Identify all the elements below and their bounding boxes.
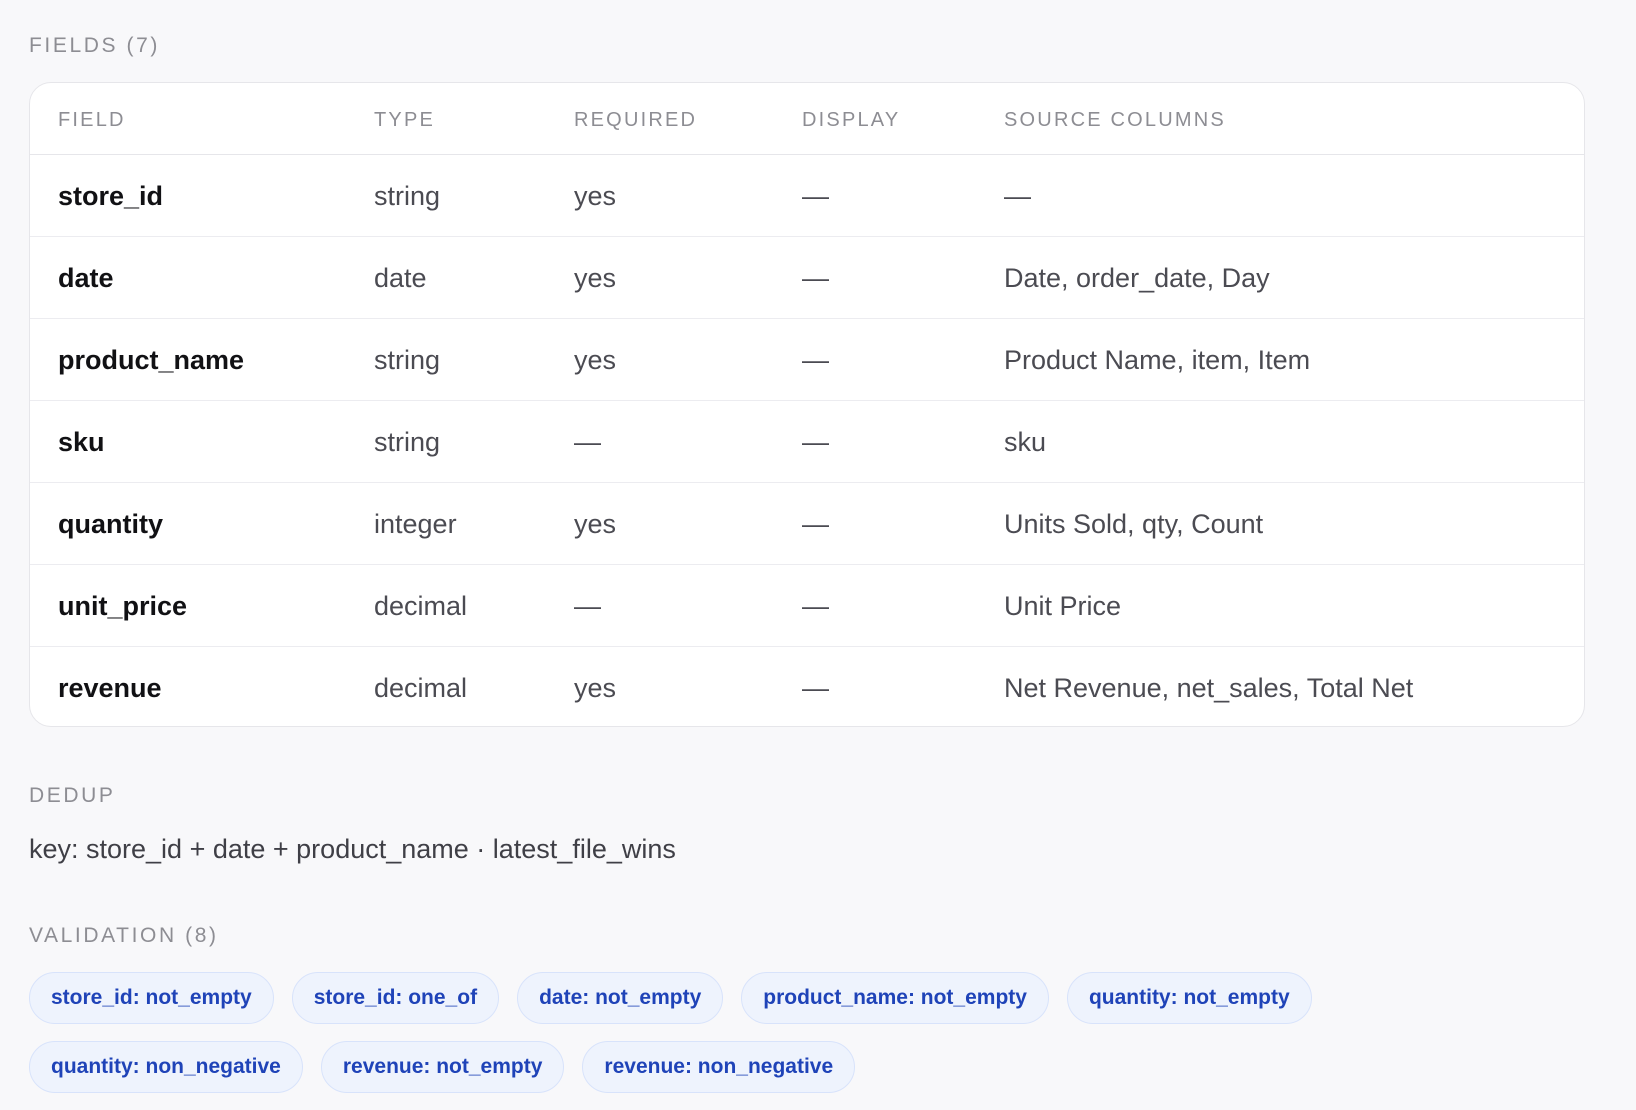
required-cell: —: [574, 591, 601, 621]
display-cell: —: [802, 263, 829, 293]
source-columns-cell: Unit Price: [1004, 591, 1122, 621]
dedup-section-title: DEDUP: [29, 784, 116, 807]
validation-rule-list: store_id: not_empty store_id: one_of dat…: [29, 972, 1449, 1093]
field-name-cell: quantity: [58, 509, 163, 539]
type-cell: decimal: [374, 591, 468, 621]
display-cell: —: [802, 673, 829, 703]
required-cell: yes: [574, 345, 617, 375]
display-cell: —: [802, 427, 829, 457]
validation-rule-chip[interactable]: quantity: non_negative: [29, 1041, 303, 1093]
fields-section-title: FIELDS (7): [29, 34, 161, 57]
validation-rule-chip[interactable]: date: not_empty: [517, 972, 724, 1024]
source-columns-cell: sku: [1004, 427, 1047, 457]
table-row: product_name string yes — Product Name, …: [30, 319, 1584, 401]
field-name-cell: unit_price: [58, 591, 188, 621]
validation-rule-chip[interactable]: product_name: not_empty: [741, 972, 1049, 1024]
required-cell: yes: [574, 263, 617, 293]
source-columns-cell: Units Sold, qty, Count: [1004, 509, 1264, 539]
table-row: quantity integer yes — Units Sold, qty, …: [30, 483, 1584, 565]
column-header-type: TYPE: [374, 109, 436, 131]
validation-rule-chip[interactable]: revenue: not_empty: [320, 1041, 565, 1093]
source-columns-cell: —: [1004, 181, 1031, 211]
type-cell: date: [374, 263, 427, 293]
source-columns-cell: Product Name, item, Item: [1004, 345, 1311, 375]
fields-table: FIELD TYPE REQUIRED DISPLAY SOURCE COLUM…: [29, 82, 1585, 727]
validation-rule-chip[interactable]: quantity: not_empty: [1066, 972, 1312, 1024]
display-cell: —: [802, 181, 829, 211]
validation-section-title: VALIDATION (8): [29, 924, 219, 947]
display-cell: —: [802, 509, 829, 539]
column-header-display: DISPLAY: [802, 109, 901, 131]
column-header-source-columns: SOURCE COLUMNS: [1004, 109, 1226, 131]
required-cell: —: [574, 427, 601, 457]
required-cell: yes: [574, 181, 617, 211]
type-cell: string: [374, 345, 441, 375]
type-cell: string: [374, 181, 441, 211]
table-header: FIELD TYPE REQUIRED DISPLAY SOURCE COLUM…: [30, 83, 1584, 155]
field-name-cell: date: [58, 263, 114, 293]
field-name-cell: revenue: [58, 673, 162, 703]
column-header-field: FIELD: [58, 109, 126, 131]
validation-rule-chip[interactable]: revenue: non_negative: [582, 1041, 856, 1093]
table-row: store_id string yes — —: [30, 155, 1584, 237]
field-name-cell: store_id: [58, 181, 164, 211]
display-cell: —: [802, 345, 829, 375]
column-header-required: REQUIRED: [574, 109, 698, 131]
source-columns-cell: Date, order_date, Day: [1004, 263, 1270, 293]
table-row: date date yes — Date, order_date, Day: [30, 237, 1584, 319]
field-name-cell: product_name: [58, 345, 245, 375]
source-columns-cell: Net Revenue, net_sales, Total Net: [1004, 673, 1414, 703]
field-name-cell: sku: [58, 427, 105, 457]
dedup-key-description: key: store_id + date + product_name · la…: [29, 834, 676, 864]
type-cell: decimal: [374, 673, 468, 703]
table-row: revenue decimal yes — Net Revenue, net_s…: [30, 647, 1584, 726]
table-row: sku string — — sku: [30, 401, 1584, 483]
type-cell: string: [374, 427, 441, 457]
validation-rule-chip[interactable]: store_id: not_empty: [29, 972, 274, 1024]
validation-rule-chip[interactable]: store_id: one_of: [291, 972, 500, 1024]
display-cell: —: [802, 591, 829, 621]
required-cell: yes: [574, 509, 617, 539]
required-cell: yes: [574, 673, 617, 703]
type-cell: integer: [374, 509, 457, 539]
table-row: unit_price decimal — — Unit Price: [30, 565, 1584, 647]
